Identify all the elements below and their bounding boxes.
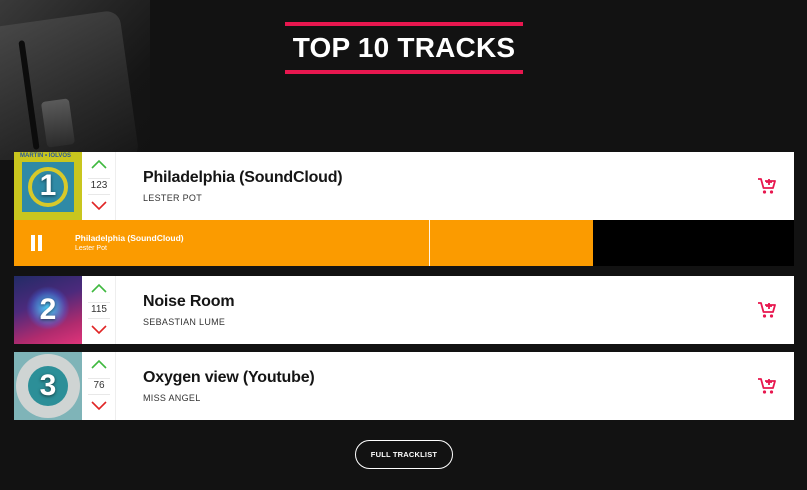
album-cover[interactable]: MARTIN • IOLVOS 1 <box>14 152 82 220</box>
track-title[interactable]: Oxygen view (Youtube) <box>143 368 315 388</box>
page-title: TOP 10 TRACKS <box>292 32 516 63</box>
player-track-artist: Lester Pot <box>75 245 107 252</box>
audio-player[interactable]: Philadelphia (SoundCloud) Lester Pot <box>14 220 794 266</box>
track-artist[interactable]: MISS ANGEL <box>143 393 315 403</box>
track-artist[interactable]: SEBASTIAN LUME <box>143 317 234 327</box>
vote-count: 115 <box>91 304 107 315</box>
vote-widget: 76 <box>82 352 116 420</box>
track-item-3: 3 76 Oxygen view (Youtube) MISS ANGEL <box>14 352 794 420</box>
player-track-title: Philadelphia (SoundCloud) <box>75 233 184 243</box>
full-tracklist-button[interactable]: FULL TRACKLIST <box>355 440 453 469</box>
vote-widget: 115 <box>82 276 116 344</box>
track-item-2: 2 115 Noise Room SEBASTIAN LUME <box>14 276 794 344</box>
track-info: Philadelphia (SoundCloud) LESTER POT <box>143 168 343 203</box>
downvote-icon[interactable] <box>90 400 108 412</box>
playhead-marker[interactable] <box>429 220 430 266</box>
cart-add-icon[interactable] <box>756 299 778 321</box>
progress-bar[interactable] <box>14 220 593 266</box>
track-info: Noise Room SEBASTIAN LUME <box>143 292 235 327</box>
album-cover[interactable]: 3 <box>14 352 82 420</box>
rank-number: 2 <box>39 293 57 326</box>
background-mixer-image <box>0 0 150 160</box>
track-title[interactable]: Philadelphia (SoundCloud) <box>143 168 343 188</box>
album-cover[interactable]: 2 <box>14 276 82 344</box>
header-bottom-bar <box>285 70 523 74</box>
upvote-icon[interactable] <box>90 358 108 370</box>
vote-count: 123 <box>90 180 108 191</box>
track-title[interactable]: Noise Room <box>143 292 235 312</box>
cart-add-icon[interactable] <box>756 175 778 197</box>
upvote-icon[interactable] <box>90 158 108 170</box>
downvote-icon[interactable] <box>90 324 108 336</box>
upvote-icon[interactable] <box>90 282 108 294</box>
track-info: Oxygen view (Youtube) MISS ANGEL <box>143 368 315 403</box>
pause-icon[interactable] <box>30 235 44 251</box>
downvote-icon[interactable] <box>90 200 108 212</box>
track-artist[interactable]: LESTER POT <box>143 193 342 203</box>
section-header: TOP 10 TRACKS <box>285 22 523 76</box>
vote-widget: 123 <box>82 152 116 220</box>
track-item-1: MARTIN • IOLVOS 1 123 Philadelphia (Soun… <box>14 152 794 220</box>
vote-count: 76 <box>93 380 105 391</box>
header-top-bar <box>285 22 523 26</box>
rank-number: 1 <box>39 169 57 202</box>
rank-number: 3 <box>39 369 57 402</box>
cart-add-icon[interactable] <box>756 375 778 397</box>
